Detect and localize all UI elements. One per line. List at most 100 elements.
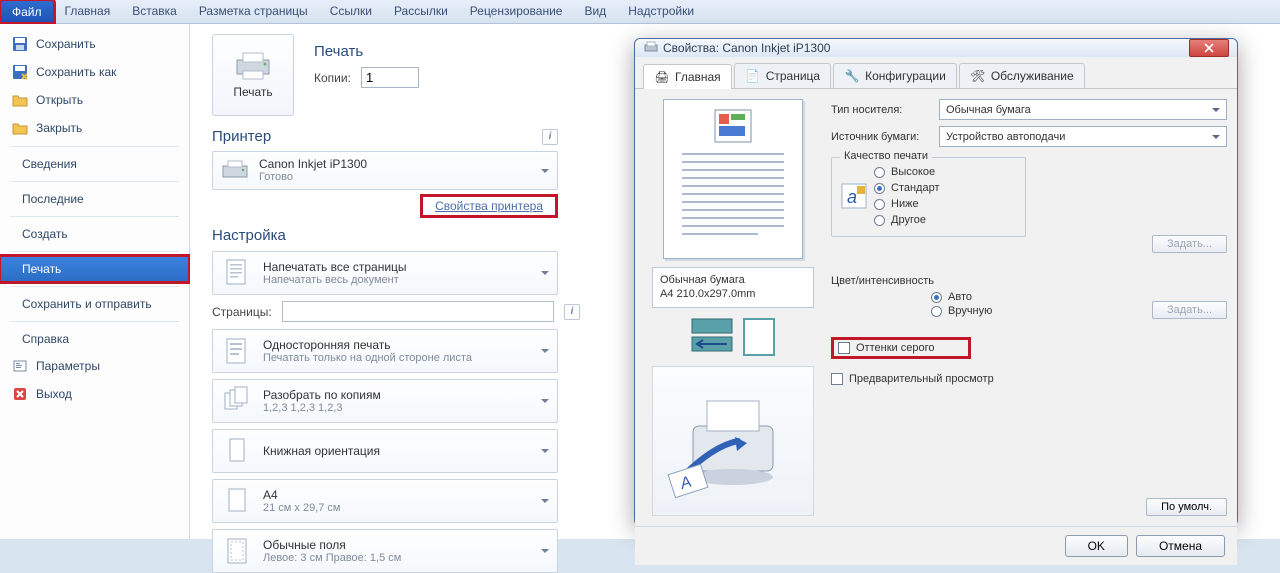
margins-title: Обычные поля (263, 538, 401, 552)
dialog-close-button[interactable] (1189, 39, 1229, 57)
color-intensity-group: Цвет/интенсивность Авто Вручную (831, 267, 1026, 327)
sidebar-label: Открыть (36, 93, 83, 107)
print-button[interactable]: Печать (212, 34, 294, 116)
pages-info-icon[interactable]: i (564, 304, 580, 320)
orientation-selector[interactable]: Книжная ориентация (212, 429, 558, 473)
sidebar-recent[interactable]: Последние (0, 186, 189, 212)
margins-icon (221, 535, 253, 567)
color-set-button[interactable]: Задать... (1152, 301, 1227, 319)
printer-icon (233, 51, 273, 81)
quality-other-radio[interactable]: Другое (874, 214, 940, 226)
backstage-sidebar: Сохранить Сохранить как Открыть Закрыть … (0, 24, 190, 539)
tab-page-icon: 📄 (745, 68, 761, 84)
sidebar-exit[interactable]: Выход (0, 380, 189, 408)
paper-desc: 21 см x 29,7 см (263, 502, 341, 515)
orientation-icon (221, 435, 253, 467)
info-icon[interactable]: i (542, 129, 558, 145)
collate-desc: 1,2,3 1,2,3 1,2,3 (263, 402, 381, 415)
tab-config-icon: 🔧 (844, 68, 860, 84)
sidebar-save[interactable]: Сохранить (0, 30, 189, 58)
options-icon (12, 358, 28, 374)
media-type-combo[interactable]: Обычная бумага (939, 99, 1227, 120)
tab-maintenance-icon: 🛠 (970, 68, 986, 84)
quality-low-radio[interactable]: Ниже (874, 198, 940, 210)
ribbon: Файл Главная Вставка Разметка страницы С… (0, 0, 1280, 24)
sidebar-label: Сохранить (36, 37, 96, 51)
sidebar-close[interactable]: Закрыть (0, 114, 189, 142)
sidebar-info[interactable]: Сведения (0, 151, 189, 177)
sidebar-label: Справка (22, 332, 69, 346)
dialog-tab-maintenance[interactable]: 🛠Обслуживание (959, 63, 1085, 88)
dialog-tab-main[interactable]: 🖨Главная (643, 64, 732, 89)
sheet-icon (741, 316, 777, 358)
printer-selector[interactable]: Canon Inkjet iP1300 Готово (212, 151, 558, 190)
dialog-tab-page[interactable]: 📄Страница (734, 63, 831, 88)
color-legend: Цвет/интенсивность (831, 275, 934, 287)
ribbon-tab-review[interactable]: Рецензирование (459, 0, 574, 23)
sidebar-new[interactable]: Создать (0, 221, 189, 247)
print-button-label: Печать (233, 85, 272, 99)
dialog-title: Свойства: Canon Inkjet iP1300 (663, 41, 830, 55)
printer-status: Готово (259, 171, 367, 184)
paper-title: A4 (263, 488, 341, 502)
paper-source-combo[interactable]: Устройство автоподачи (939, 126, 1227, 147)
paper-icon (221, 485, 253, 517)
sidebar-label: Выход (36, 387, 72, 401)
collate-selector[interactable]: Разобрать по копиям 1,2,3 1,2,3 1,2,3 (212, 379, 558, 423)
sidebar-print[interactable]: Печать (0, 256, 189, 282)
paper-size-selector[interactable]: A4 21 см x 29,7 см (212, 479, 558, 523)
copies-input[interactable] (361, 67, 419, 88)
ok-button[interactable]: OK (1065, 535, 1128, 557)
sidebar-save-send[interactable]: Сохранить и отправить (0, 291, 189, 317)
collate-icon (221, 385, 253, 417)
media-info-box: Обычная бумага A4 210.0x297.0mm (652, 267, 814, 308)
ribbon-tab-insert[interactable]: Вставка (121, 0, 188, 23)
dialog-tab-config[interactable]: 🔧Конфигурации (833, 63, 957, 88)
ribbon-tab-file[interactable]: Файл (0, 0, 54, 23)
grayscale-checkbox[interactable]: Оттенки серого (831, 337, 971, 359)
sidebar-options[interactable]: Параметры (0, 352, 189, 380)
ribbon-tab-layout[interactable]: Разметка страницы (188, 0, 319, 23)
printer-heading: Принтер (212, 128, 271, 145)
cancel-button[interactable]: Отмена (1136, 535, 1225, 557)
ribbon-tab-addins[interactable]: Надстройки (617, 0, 705, 23)
feed-diagram-icon (689, 316, 735, 358)
checkbox-icon (831, 373, 843, 385)
quality-set-button[interactable]: Задать... (1152, 235, 1227, 253)
duplex-desc: Печатать только на одной стороне листа (263, 352, 472, 365)
ribbon-tab-view[interactable]: Вид (573, 0, 617, 23)
preview-checkbox[interactable]: Предварительный просмотр (831, 373, 1227, 385)
color-manual-radio[interactable]: Вручную (931, 305, 1018, 317)
sidebar-open[interactable]: Открыть (0, 86, 189, 114)
range-desc: Напечатать весь документ (263, 274, 407, 287)
ribbon-tab-home[interactable]: Главная (54, 0, 122, 23)
checkbox-icon (838, 342, 850, 354)
duplex-title: Односторонняя печать (263, 338, 472, 352)
printer-name: Canon Inkjet iP1300 (259, 157, 367, 171)
printer-properties-link[interactable]: Свойства принтера (420, 194, 558, 218)
color-auto-radio[interactable]: Авто (931, 291, 1018, 303)
pages-input[interactable] (282, 301, 554, 322)
sidebar-save-as[interactable]: Сохранить как (0, 58, 189, 86)
page-preview (663, 99, 803, 259)
quality-icon: a (840, 182, 868, 210)
preview-photo-icon (713, 108, 753, 144)
quality-high-radio[interactable]: Высокое (874, 166, 940, 178)
exit-icon (12, 386, 28, 402)
save-as-icon (12, 64, 28, 80)
ribbon-tab-mailings[interactable]: Рассылки (383, 0, 459, 23)
quality-standard-radio[interactable]: Стандарт (874, 182, 940, 194)
margins-desc: Левое: 3 см Правое: 1,5 см (263, 552, 401, 565)
sidebar-label: Сохранить как (36, 65, 116, 79)
margins-selector[interactable]: Обычные поля Левое: 3 см Правое: 1,5 см (212, 529, 558, 573)
dialog-footer: OK Отмена (635, 526, 1237, 565)
sidebar-help[interactable]: Справка (0, 326, 189, 352)
sidebar-label: Печать (22, 262, 61, 276)
ribbon-tab-references[interactable]: Ссылки (319, 0, 383, 23)
duplex-selector[interactable]: Односторонняя печать Печатать только на … (212, 329, 558, 373)
preview-lines (678, 148, 788, 248)
defaults-button[interactable]: По умолч. (1146, 498, 1227, 516)
pages-label: Страницы: (212, 305, 272, 319)
print-range-selector[interactable]: Напечатать все страницы Напечатать весь … (212, 251, 558, 295)
preview-column: Обычная бумага A4 210.0x297.0mm A (645, 99, 821, 516)
